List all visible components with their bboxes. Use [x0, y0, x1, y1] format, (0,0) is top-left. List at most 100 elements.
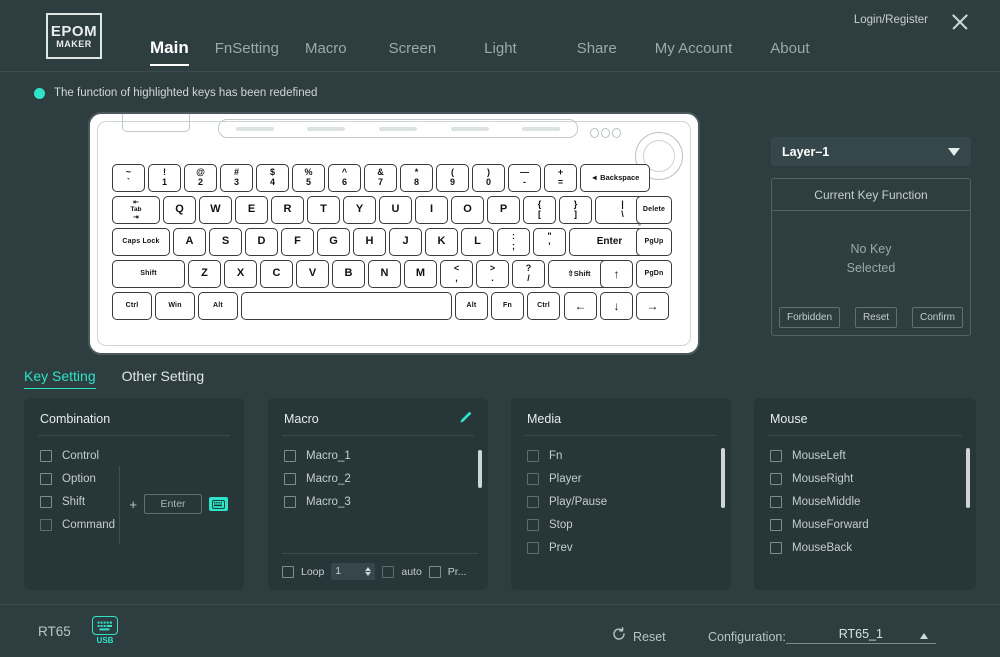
key-ctrl-left[interactable]: Ctrl [112, 292, 152, 320]
mouse-scrollbar[interactable] [966, 448, 970, 508]
key-space[interactable] [241, 292, 452, 320]
key-alt-right[interactable]: Alt [455, 292, 488, 320]
reset-button[interactable]: Reset [612, 627, 666, 646]
checkbox[interactable] [40, 450, 52, 462]
layer-dropdown[interactable]: Layer–1 [771, 137, 971, 166]
key-5[interactable]: % 5 [292, 164, 325, 192]
key-slash[interactable]: ? / [512, 260, 545, 288]
key-arrow-down[interactable]: ↓ [600, 292, 633, 320]
combination-key-input[interactable]: Enter [144, 494, 202, 514]
key-arrow-right[interactable]: → [636, 292, 669, 320]
key-z[interactable]: Z [188, 260, 221, 288]
key-u[interactable]: U [379, 196, 412, 224]
media-scrollbar[interactable] [721, 448, 725, 508]
nav-item-light[interactable]: Light [484, 40, 517, 64]
nav-item-my-account[interactable]: My Account [655, 40, 733, 64]
nav-item-main[interactable]: Main [150, 38, 189, 66]
key-comma[interactable]: < , [440, 260, 473, 288]
key-delete[interactable]: Delete [636, 196, 672, 224]
checkbox[interactable] [527, 450, 539, 462]
macro-scrollbar[interactable] [478, 450, 482, 488]
media-item-fn[interactable]: Fn [527, 450, 715, 462]
key-w[interactable]: W [199, 196, 232, 224]
checkbox[interactable] [527, 519, 539, 531]
pencil-icon[interactable] [458, 410, 473, 425]
stepper-up-icon[interactable] [365, 567, 372, 571]
key-shift-left[interactable]: Shift [112, 260, 185, 288]
checkbox[interactable] [284, 496, 296, 508]
key-pgup[interactable]: PgUp [636, 228, 672, 256]
tab-other-setting[interactable]: Other Setting [122, 368, 205, 388]
forbidden-button[interactable]: Forbidden [779, 307, 841, 328]
auto-checkbox[interactable] [382, 565, 395, 578]
key-i[interactable]: I [415, 196, 448, 224]
tab-key-setting[interactable]: Key Setting [24, 368, 96, 389]
key-bracket-left[interactable]: { [ [523, 196, 556, 224]
combination-item-option[interactable]: Option [40, 473, 119, 485]
key-fn[interactable]: Fn [491, 292, 524, 320]
checkbox[interactable] [40, 496, 52, 508]
nav-item-screen[interactable]: Screen [389, 40, 437, 64]
checkbox[interactable] [527, 496, 539, 508]
key-3[interactable]: # 3 [220, 164, 253, 192]
usb-connection-indicator[interactable]: USB [92, 616, 118, 645]
checkbox[interactable] [40, 519, 52, 531]
key-6[interactable]: ^ 6 [328, 164, 361, 192]
macro-item-2[interactable]: Macro_2 [284, 473, 472, 485]
key-ctrl-right[interactable]: Ctrl [527, 292, 560, 320]
media-item-stop[interactable]: Stop [527, 519, 715, 531]
key-e[interactable]: E [235, 196, 268, 224]
nav-item-about[interactable]: About [770, 40, 809, 64]
key-pgdn[interactable]: PgDn [636, 260, 672, 288]
key-1[interactable]: ! 1 [148, 164, 181, 192]
login-register-link[interactable]: Login/Register [854, 14, 928, 26]
checkbox[interactable] [527, 542, 539, 554]
key-semicolon[interactable]: : ; [497, 228, 530, 256]
key-2[interactable]: @ 2 [184, 164, 217, 192]
loop-count-stepper[interactable]: 1 [331, 563, 376, 580]
key-tab[interactable]: ⇤ Tab ⇥ [112, 196, 160, 224]
combination-item-command[interactable]: Command [40, 519, 119, 531]
key-c[interactable]: C [260, 260, 293, 288]
checkbox[interactable] [770, 519, 782, 531]
macro-item-3[interactable]: Macro_3 [284, 496, 472, 508]
key-b[interactable]: B [332, 260, 365, 288]
media-item-play-pause[interactable]: Play/Pause [527, 496, 715, 508]
configuration-dropdown[interactable]: RT65_1 [785, 627, 936, 644]
keyboard-icon[interactable] [209, 497, 228, 511]
nav-item-macro[interactable]: Macro [305, 40, 347, 64]
key-alt-left[interactable]: Alt [198, 292, 238, 320]
stepper-down-icon[interactable] [365, 572, 372, 576]
close-icon[interactable] [948, 10, 972, 34]
key-l[interactable]: L [461, 228, 494, 256]
checkbox[interactable] [40, 473, 52, 485]
stepper-arrows[interactable] [365, 567, 372, 576]
checkbox[interactable] [284, 473, 296, 485]
checkbox[interactable] [527, 473, 539, 485]
key-0[interactable]: ) 0 [472, 164, 505, 192]
mouse-item-left[interactable]: MouseLeft [770, 450, 960, 462]
key-k[interactable]: K [425, 228, 458, 256]
key-h[interactable]: H [353, 228, 386, 256]
checkbox[interactable] [284, 450, 296, 462]
mouse-item-back[interactable]: MouseBack [770, 542, 960, 554]
combination-item-shift[interactable]: Shift [40, 496, 119, 508]
confirm-button[interactable]: Confirm [911, 307, 963, 328]
key-y[interactable]: Y [343, 196, 376, 224]
key-q[interactable]: Q [163, 196, 196, 224]
key-a[interactable]: A [173, 228, 206, 256]
media-item-player[interactable]: Player [527, 473, 715, 485]
key-quote[interactable]: " ' [533, 228, 566, 256]
key-4[interactable]: $ 4 [256, 164, 289, 192]
key-m[interactable]: M [404, 260, 437, 288]
key-g[interactable]: G [317, 228, 350, 256]
key-period[interactable]: > . [476, 260, 509, 288]
key-n[interactable]: N [368, 260, 401, 288]
macro-item-1[interactable]: Macro_1 [284, 450, 472, 462]
key-v[interactable]: V [296, 260, 329, 288]
key-minus[interactable]: — - [508, 164, 541, 192]
key-9[interactable]: ( 9 [436, 164, 469, 192]
mouse-item-right[interactable]: MouseRight [770, 473, 960, 485]
key-8[interactable]: * 8 [400, 164, 433, 192]
key-f[interactable]: F [281, 228, 314, 256]
